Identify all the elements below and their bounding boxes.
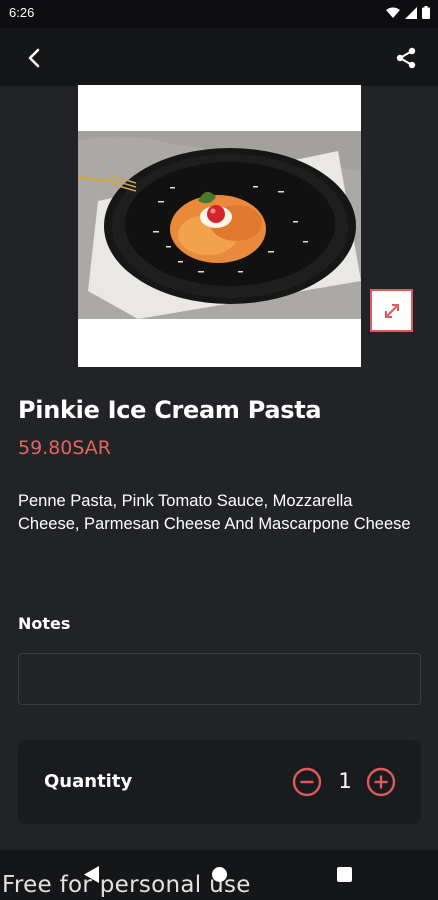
quantity-card: Quantity 1 [18, 740, 421, 824]
product-price: 59.80SAR [18, 437, 112, 459]
quantity-value: 1 [338, 769, 352, 793]
increase-quantity-button[interactable] [366, 767, 396, 797]
plus-circle-icon [366, 767, 396, 797]
back-arrow-icon [28, 48, 40, 68]
app-bar [0, 28, 438, 86]
expand-image-button[interactable] [370, 289, 413, 332]
share-icon [396, 47, 416, 69]
minus-circle-icon [292, 767, 322, 797]
wifi-icon [386, 7, 400, 18]
status-icons [386, 6, 430, 19]
product-image [78, 85, 361, 367]
product-title: Pinkie Ice Cream Pasta [18, 396, 322, 424]
status-time: 6:26 [9, 5, 35, 20]
quantity-label: Quantity [44, 771, 133, 792]
back-button[interactable] [18, 42, 50, 74]
signal-icon [405, 6, 417, 19]
notes-input[interactable] [18, 653, 421, 705]
status-bar: 6:26 [0, 0, 438, 28]
decrease-quantity-button[interactable] [292, 767, 322, 797]
notes-label: Notes [18, 614, 71, 633]
watermark: Free for personal use [2, 872, 251, 898]
nav-recents-button[interactable] [337, 867, 352, 882]
expand-icon [384, 303, 399, 318]
dish-photo [78, 131, 361, 319]
product-description: Penne Pasta, Pink Tomato Sauce, Mozzarel… [18, 492, 411, 533]
share-button[interactable] [390, 42, 422, 74]
battery-icon [422, 6, 430, 19]
